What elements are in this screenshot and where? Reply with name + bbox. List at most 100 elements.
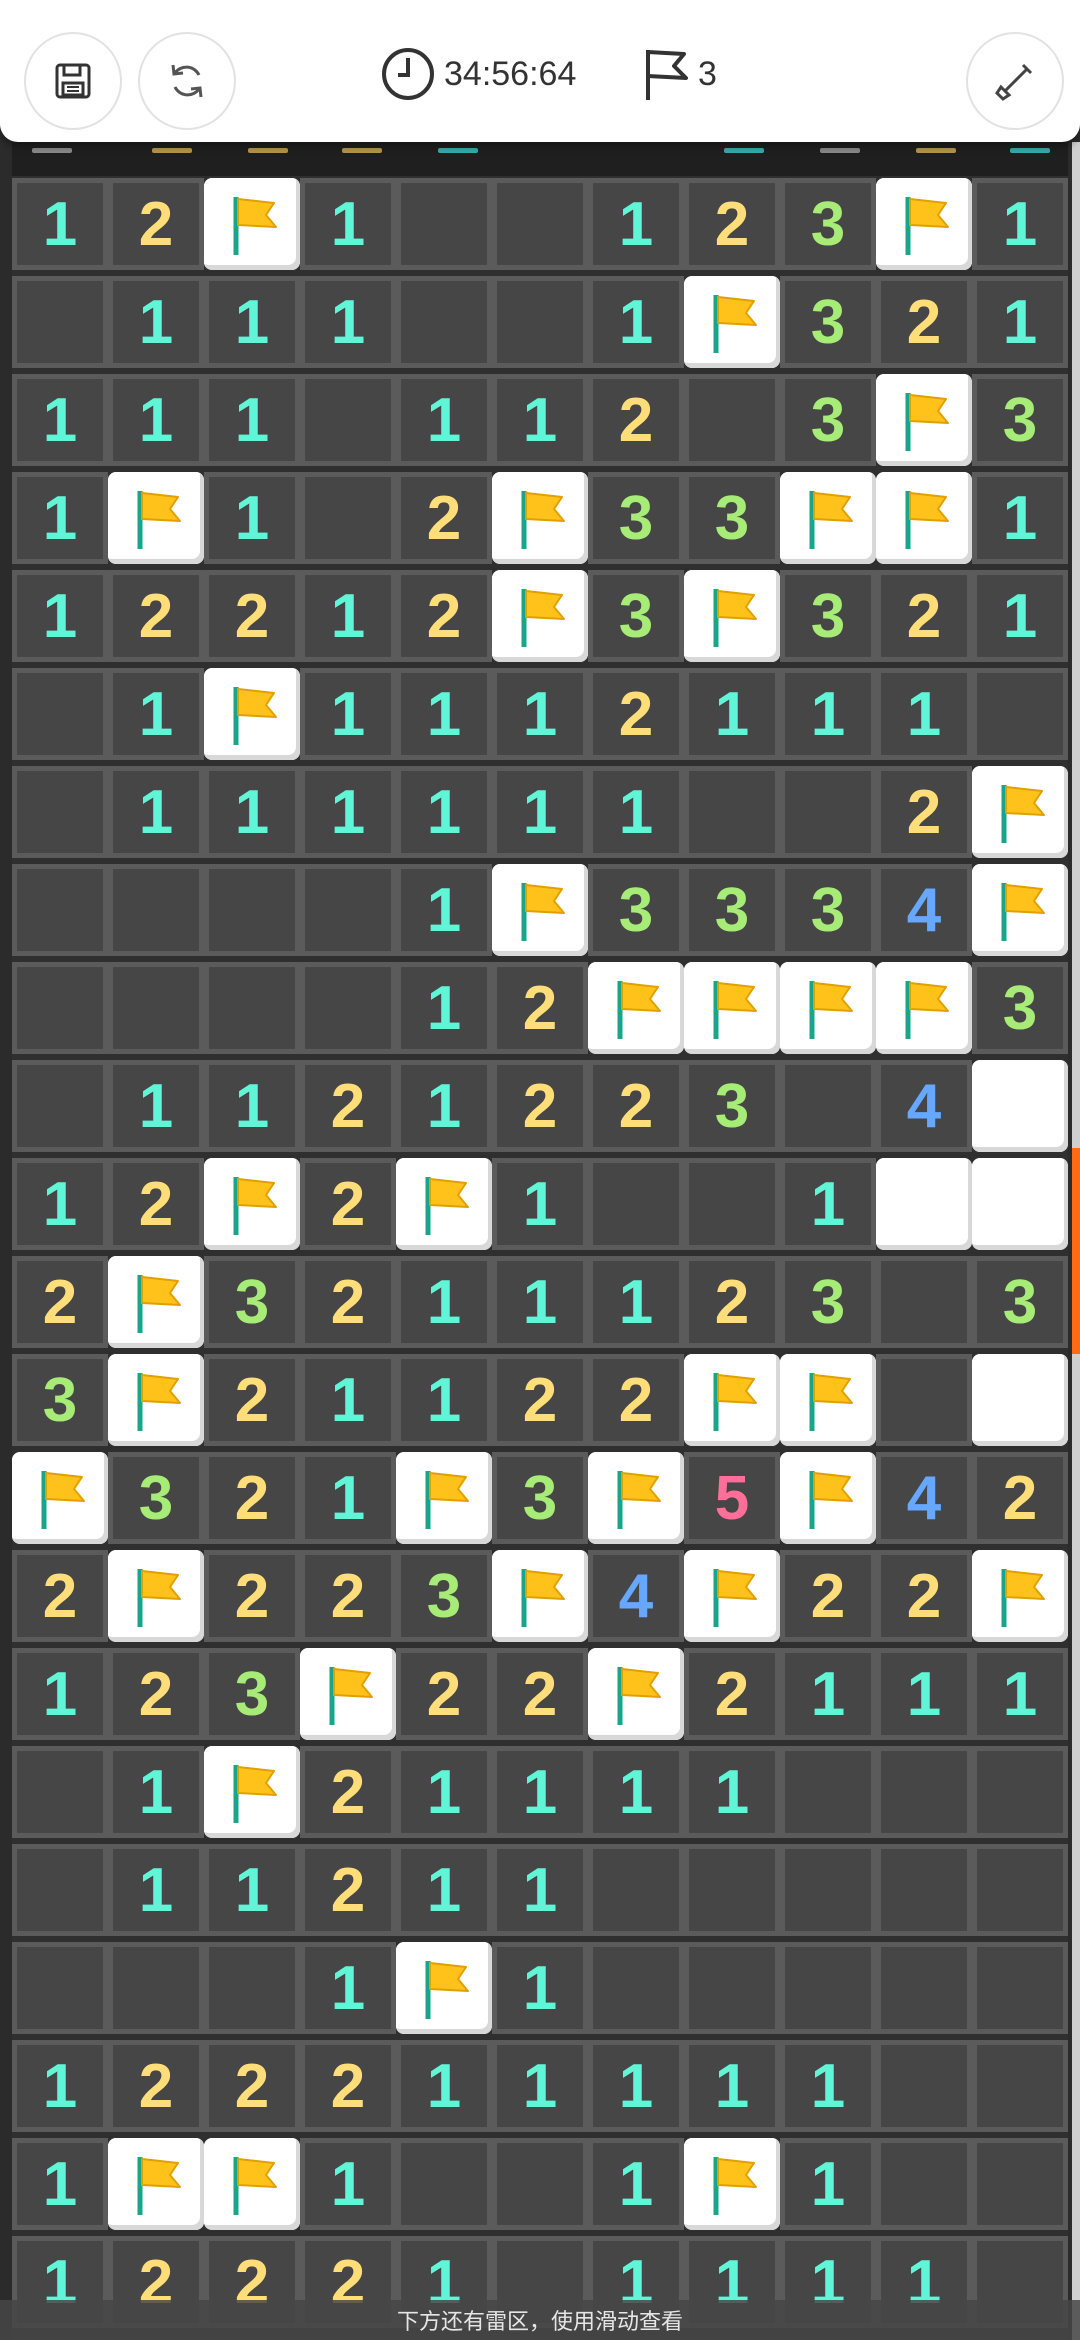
- empty-cell[interactable]: [684, 1844, 780, 1936]
- flagged-cell[interactable]: [108, 1354, 204, 1446]
- flagged-cell[interactable]: [204, 1746, 300, 1838]
- number-cell[interactable]: 1: [300, 1354, 396, 1446]
- number-cell[interactable]: 1: [588, 2138, 684, 2230]
- flagged-cell[interactable]: [684, 276, 780, 368]
- number-cell[interactable]: 2: [876, 766, 972, 858]
- number-cell[interactable]: 1: [588, 276, 684, 368]
- empty-cell[interactable]: [780, 1844, 876, 1936]
- number-cell[interactable]: 2: [108, 1648, 204, 1740]
- number-cell[interactable]: 1: [300, 570, 396, 662]
- number-cell[interactable]: 1: [588, 2040, 684, 2132]
- empty-cell[interactable]: [300, 472, 396, 564]
- number-cell[interactable]: 1: [780, 2040, 876, 2132]
- number-cell[interactable]: 1: [12, 1648, 108, 1740]
- flagged-cell[interactable]: [492, 1550, 588, 1642]
- number-cell[interactable]: 2: [204, 2040, 300, 2132]
- empty-cell[interactable]: [684, 374, 780, 466]
- empty-cell[interactable]: [684, 766, 780, 858]
- unrevealed-cell[interactable]: [876, 1158, 972, 1250]
- empty-cell[interactable]: [396, 2138, 492, 2230]
- number-cell[interactable]: 1: [300, 1942, 396, 2034]
- number-cell[interactable]: 1: [108, 668, 204, 760]
- number-cell[interactable]: 1: [492, 1256, 588, 1348]
- number-cell[interactable]: 1: [780, 1158, 876, 1250]
- number-cell[interactable]: 1: [396, 1354, 492, 1446]
- number-cell[interactable]: 1: [108, 1060, 204, 1152]
- number-cell[interactable]: 2: [492, 962, 588, 1054]
- number-cell[interactable]: 1: [492, 2040, 588, 2132]
- number-cell[interactable]: 3: [780, 374, 876, 466]
- empty-cell[interactable]: [12, 1942, 108, 2034]
- flagged-cell[interactable]: [492, 472, 588, 564]
- number-cell[interactable]: 1: [108, 1746, 204, 1838]
- number-cell[interactable]: 1: [876, 668, 972, 760]
- empty-cell[interactable]: [588, 1158, 684, 1250]
- empty-cell[interactable]: [780, 1942, 876, 2034]
- number-cell[interactable]: 3: [684, 864, 780, 956]
- number-cell[interactable]: 2: [300, 1746, 396, 1838]
- number-cell[interactable]: 1: [492, 1746, 588, 1838]
- unrevealed-cell[interactable]: [972, 1354, 1068, 1446]
- number-cell[interactable]: 2: [876, 276, 972, 368]
- number-cell[interactable]: 2: [300, 2040, 396, 2132]
- empty-cell[interactable]: [780, 766, 876, 858]
- number-cell[interactable]: 2: [588, 668, 684, 760]
- flagged-cell[interactable]: [108, 2138, 204, 2230]
- number-cell[interactable]: 2: [108, 178, 204, 270]
- tool-button[interactable]: [966, 32, 1064, 130]
- number-cell[interactable]: 1: [12, 472, 108, 564]
- number-cell[interactable]: 3: [396, 1550, 492, 1642]
- number-cell[interactable]: 1: [780, 668, 876, 760]
- flagged-cell[interactable]: [780, 1452, 876, 1544]
- number-cell[interactable]: 2: [300, 1844, 396, 1936]
- number-cell[interactable]: 1: [12, 2138, 108, 2230]
- number-cell[interactable]: 1: [108, 276, 204, 368]
- unrevealed-cell[interactable]: [972, 1158, 1068, 1250]
- number-cell[interactable]: 1: [972, 178, 1068, 270]
- number-cell[interactable]: 1: [492, 1844, 588, 1936]
- flagged-cell[interactable]: [588, 1648, 684, 1740]
- save-button[interactable]: [24, 32, 122, 130]
- number-cell[interactable]: 1: [300, 276, 396, 368]
- empty-cell[interactable]: [12, 1746, 108, 1838]
- empty-cell[interactable]: [972, 1746, 1068, 1838]
- empty-cell[interactable]: [876, 1256, 972, 1348]
- number-cell[interactable]: 1: [396, 962, 492, 1054]
- number-cell[interactable]: 3: [780, 864, 876, 956]
- flagged-cell[interactable]: [972, 864, 1068, 956]
- empty-cell[interactable]: [492, 178, 588, 270]
- flagged-cell[interactable]: [876, 178, 972, 270]
- number-cell[interactable]: 1: [588, 1256, 684, 1348]
- number-cell[interactable]: 2: [492, 1648, 588, 1740]
- empty-cell[interactable]: [972, 668, 1068, 760]
- flagged-cell[interactable]: [492, 570, 588, 662]
- empty-cell[interactable]: [876, 2040, 972, 2132]
- number-cell[interactable]: 2: [588, 1060, 684, 1152]
- empty-cell[interactable]: [12, 766, 108, 858]
- empty-cell[interactable]: [684, 1158, 780, 1250]
- empty-cell[interactable]: [972, 1942, 1068, 2034]
- empty-cell[interactable]: [780, 1746, 876, 1838]
- number-cell[interactable]: 1: [300, 1452, 396, 1544]
- flagged-cell[interactable]: [876, 962, 972, 1054]
- flagged-cell[interactable]: [204, 2138, 300, 2230]
- number-cell[interactable]: 1: [12, 1158, 108, 1250]
- number-cell[interactable]: 2: [300, 1550, 396, 1642]
- number-cell[interactable]: 2: [492, 1354, 588, 1446]
- number-cell[interactable]: 1: [492, 766, 588, 858]
- flagged-cell[interactable]: [780, 962, 876, 1054]
- number-cell[interactable]: 1: [492, 1158, 588, 1250]
- number-cell[interactable]: 1: [108, 374, 204, 466]
- number-cell[interactable]: 1: [588, 766, 684, 858]
- number-cell[interactable]: 2: [12, 1550, 108, 1642]
- number-cell[interactable]: 3: [780, 178, 876, 270]
- number-cell[interactable]: 1: [300, 668, 396, 760]
- empty-cell[interactable]: [876, 1746, 972, 1838]
- empty-cell[interactable]: [588, 1942, 684, 2034]
- flagged-cell[interactable]: [396, 1158, 492, 1250]
- number-cell[interactable]: 5: [684, 1452, 780, 1544]
- number-cell[interactable]: 3: [588, 864, 684, 956]
- number-cell[interactable]: 3: [204, 1648, 300, 1740]
- number-cell[interactable]: 2: [780, 1550, 876, 1642]
- number-cell[interactable]: 1: [684, 1746, 780, 1838]
